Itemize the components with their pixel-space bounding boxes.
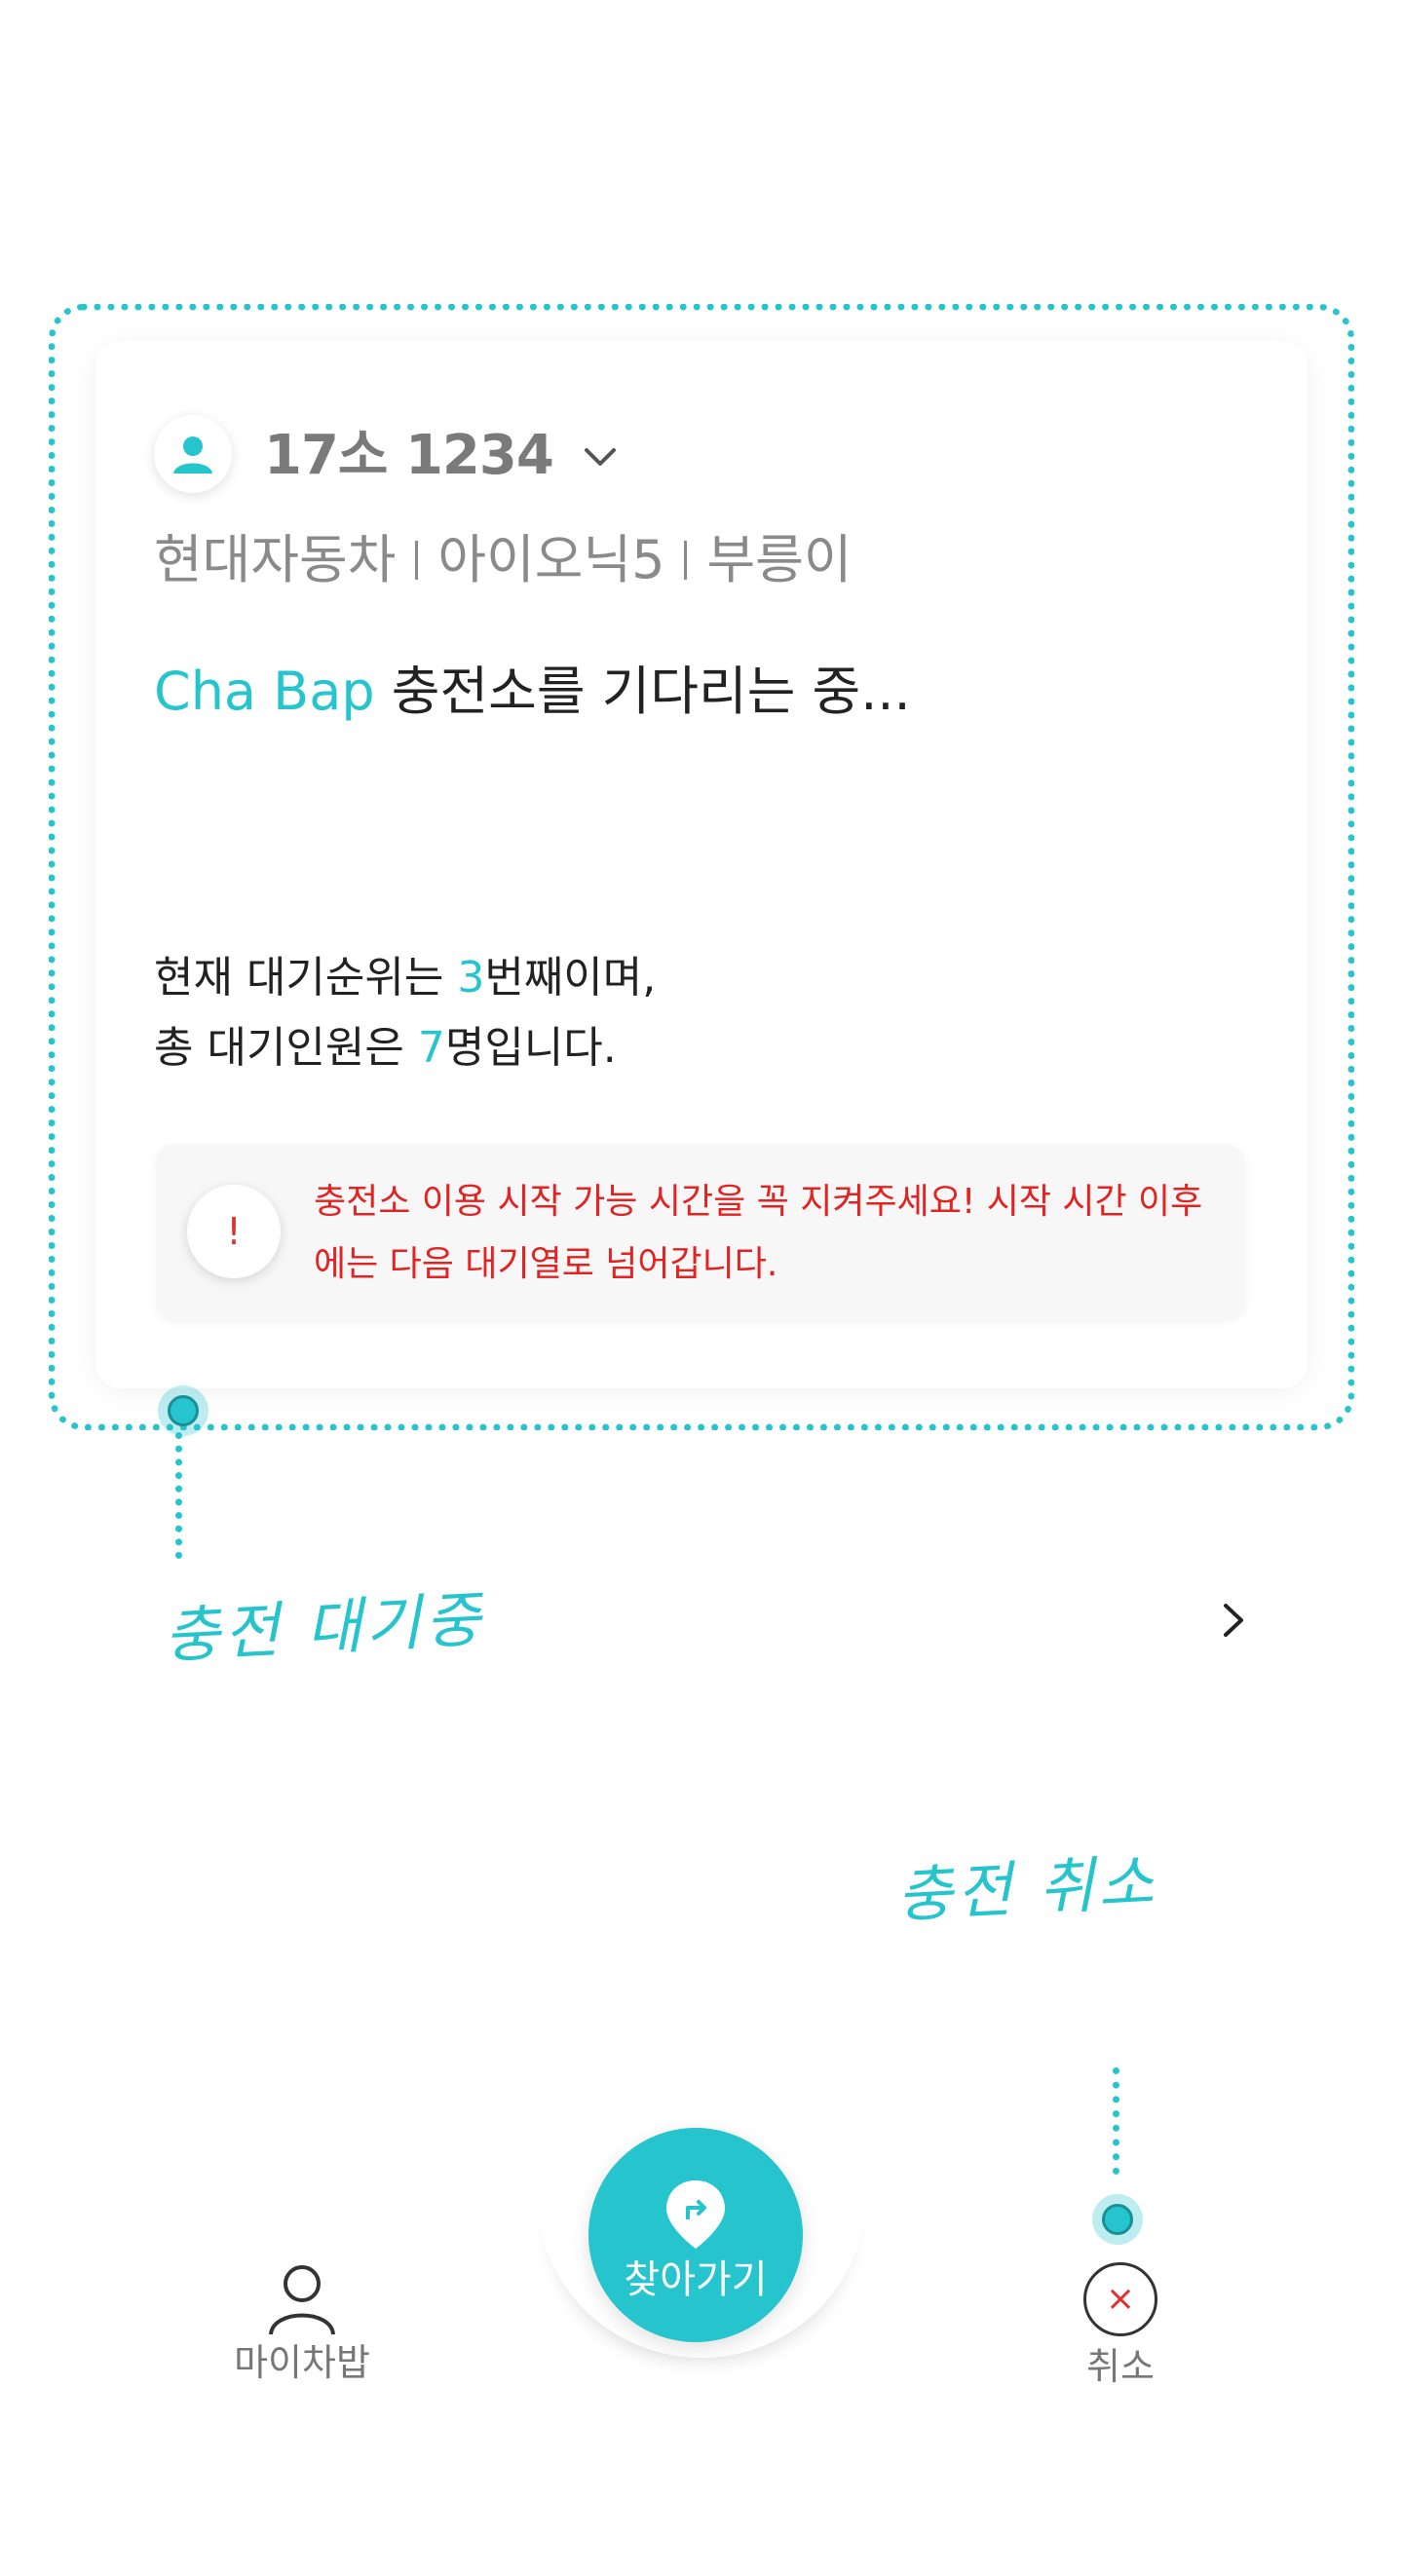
queue-rank-line: 현재 대기순위는 3번째이며, <box>154 943 656 1013</box>
nav-my-label: 마이차밥 <box>234 2341 370 2384</box>
annotation-cancel-label: 충전 취소 <box>894 1846 1159 1931</box>
chevron-right-icon[interactable] <box>1216 1598 1251 1643</box>
divider <box>684 541 688 580</box>
warning-icon: ! <box>187 1185 281 1278</box>
waiting-message: Cha Bap 충전소를 기다리는 중... <box>154 653 911 731</box>
user-avatar <box>154 415 232 493</box>
queue-rank-prefix: 현재 대기순위는 <box>154 953 458 1003</box>
station-name: Cha Bap <box>154 661 375 722</box>
queue-info: 현재 대기순위는 3번째이며, 총 대기인원은 7명입니다. <box>154 943 656 1083</box>
nav-cancel-label: 취소 <box>1086 2345 1155 2388</box>
directions-pin-icon <box>666 2180 725 2249</box>
notice-box: ! 충전소 이용 시작 가능 시간을 꼭 지켜주세요! 시작 시간 이후에는 다… <box>156 1144 1245 1319</box>
queue-total-line: 총 대기인원은 7명입니다. <box>154 1013 656 1083</box>
queue-total: 7 <box>417 1023 445 1073</box>
annotation-dot-cancel <box>1102 2204 1133 2235</box>
queue-rank-suffix: 번째이며, <box>484 953 657 1003</box>
person-outline-icon <box>269 2265 335 2335</box>
notice-text: 충전소 이용 시작 가능 시간을 꼭 지켜주세요! 시작 시간 이후에는 다음 … <box>314 1182 1203 1284</box>
queue-rank: 3 <box>457 953 485 1003</box>
close-icon: × <box>1105 2279 1136 2319</box>
find-way-button[interactable]: 찾아가기 <box>588 2128 803 2342</box>
find-way-label: 찾아가기 <box>624 2257 768 2302</box>
car-nickname: 부릉이 <box>706 529 853 590</box>
car-maker: 현대자동차 <box>154 529 397 590</box>
waiting-text: 충전소를 기다리는 중... <box>374 661 911 722</box>
user-icon <box>173 436 212 474</box>
nav-my-chabap[interactable]: 마이차밥 <box>195 2260 409 2387</box>
waiting-status-card: 17소 1234 현대자동차 아이오닉5 부릉이 Cha Bap 충전소를 기다리는… <box>95 341 1308 1388</box>
queue-total-suffix: 명입니다. <box>444 1023 617 1073</box>
cancel-circle: × <box>1083 2262 1157 2336</box>
chevron-down-icon[interactable] <box>581 438 620 477</box>
car-model: 아이오닉5 <box>437 529 665 590</box>
annotation-line-waiting <box>175 1432 182 1559</box>
annotation-waiting-label: 충전 대기중 <box>162 1583 486 1672</box>
annotation-dot-waiting <box>168 1395 199 1426</box>
nav-cancel[interactable]: × 취소 <box>1013 2262 1228 2391</box>
plate-number: 17소 1234 <box>264 424 554 487</box>
divider <box>415 541 419 580</box>
car-info: 현대자동차 아이오닉5 부릉이 <box>154 521 853 599</box>
annotation-line-cancel <box>1113 2067 1119 2175</box>
queue-total-prefix: 총 대기인원은 <box>154 1023 418 1073</box>
